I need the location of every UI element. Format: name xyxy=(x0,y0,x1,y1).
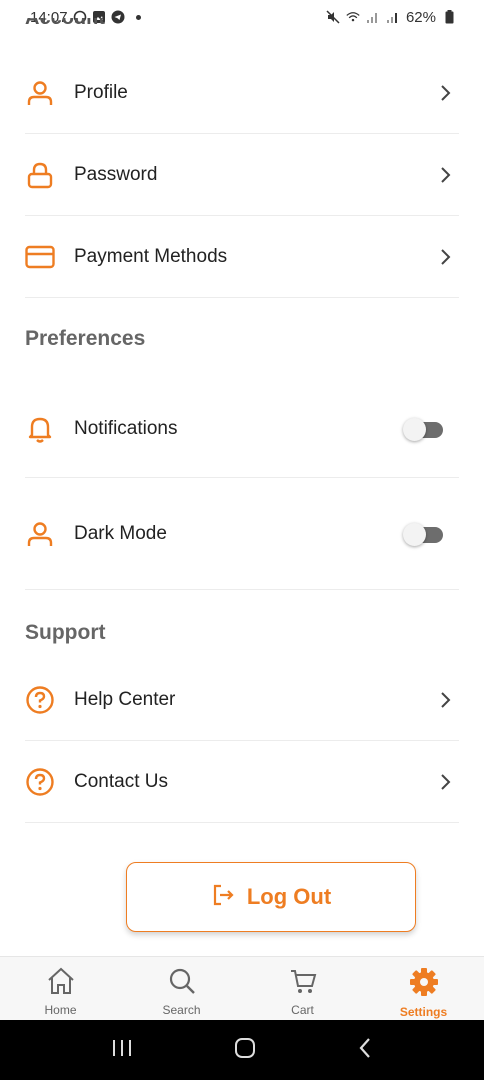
settings-row-notifications: Notifications xyxy=(25,381,459,478)
row-label: Contact Us xyxy=(74,770,168,792)
notifications-toggle[interactable] xyxy=(403,417,445,441)
question-circle-icon xyxy=(25,685,55,715)
nav-label: Search xyxy=(162,1003,201,1017)
settings-row-payment-methods[interactable]: Payment Methods xyxy=(25,216,459,298)
question-circle-icon xyxy=(25,767,55,797)
nav-item-cart[interactable]: Cart xyxy=(242,957,363,1020)
signal-icon-2 xyxy=(386,10,400,24)
lock-icon xyxy=(25,160,55,190)
bell-icon xyxy=(25,414,55,444)
recent-apps-icon[interactable] xyxy=(111,1038,133,1063)
settings-row-password[interactable]: Password xyxy=(25,134,459,216)
account-section-heading: Account xyxy=(25,18,105,29)
home-icon xyxy=(46,967,76,1000)
settings-row-contact-us[interactable]: Contact Us xyxy=(25,741,459,823)
battery-percent: 62% xyxy=(405,8,436,26)
system-nav-bar xyxy=(0,1020,484,1080)
signal-icon xyxy=(366,10,380,24)
logout-button[interactable]: Log Out xyxy=(126,862,416,932)
back-icon[interactable] xyxy=(357,1037,373,1064)
notification-dot-icon xyxy=(135,14,141,20)
user-icon xyxy=(25,78,55,108)
chevron-right-icon xyxy=(439,773,453,791)
settings-row-dark-mode: Dark Mode xyxy=(25,478,459,590)
telegram-icon xyxy=(111,10,125,24)
nav-item-search[interactable]: Search xyxy=(121,957,242,1020)
settings-row-help-center[interactable]: Help Center xyxy=(25,659,459,741)
nav-item-settings[interactable]: Settings xyxy=(363,957,484,1020)
cart-icon xyxy=(289,967,317,1000)
row-label: Notifications xyxy=(74,418,178,439)
user-icon xyxy=(25,519,55,549)
dark-mode-toggle[interactable] xyxy=(403,522,445,546)
chevron-right-icon xyxy=(439,84,453,102)
nav-item-home[interactable]: Home xyxy=(0,957,121,1020)
row-label: Dark Mode xyxy=(74,522,167,544)
gear-icon xyxy=(409,967,439,1002)
home-button-icon[interactable] xyxy=(234,1037,256,1064)
preferences-section-heading: Preferences xyxy=(25,327,146,350)
row-label: Profile xyxy=(74,81,128,103)
logout-icon xyxy=(211,883,235,912)
support-section-heading: Support xyxy=(25,621,106,644)
credit-card-icon xyxy=(25,242,55,272)
row-label: Payment Methods xyxy=(74,245,228,267)
toggle-knob xyxy=(403,522,426,546)
row-label: Help Center xyxy=(74,688,176,710)
mute-icon xyxy=(326,10,340,24)
row-label: Password xyxy=(74,163,158,185)
nav-label: Cart xyxy=(291,1003,314,1017)
chevron-right-icon xyxy=(439,166,453,184)
logout-label: Log Out xyxy=(246,884,332,909)
chevron-right-icon xyxy=(439,691,453,709)
battery-icon xyxy=(442,10,456,24)
settings-row-profile[interactable]: Profile xyxy=(25,52,459,134)
bottom-nav: Home Search Cart Settings xyxy=(0,956,484,1020)
wifi-icon xyxy=(346,10,360,24)
toggle-knob xyxy=(403,418,426,441)
nav-label: Settings xyxy=(399,1005,448,1019)
nav-label: Home xyxy=(44,1003,77,1017)
search-icon xyxy=(168,967,196,1000)
chevron-right-icon xyxy=(439,248,453,266)
